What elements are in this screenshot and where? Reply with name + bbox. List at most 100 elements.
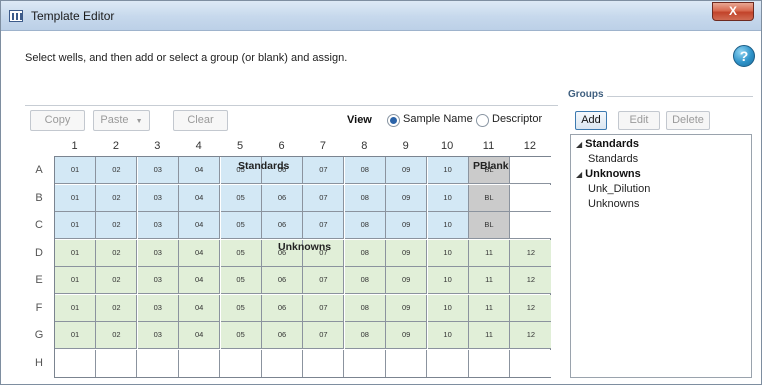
well[interactable]: 03 (137, 184, 179, 212)
groups-tree[interactable]: ◢ Standards Standards ◢ Unknowns Unk_Dilution… (570, 134, 752, 378)
well[interactable]: 01 (55, 294, 96, 322)
well[interactable]: 09 (386, 184, 428, 212)
well[interactable] (469, 349, 510, 377)
well[interactable]: 05 (220, 212, 262, 239)
well[interactable]: 01 (55, 322, 96, 349)
well[interactable]: 05 (220, 184, 262, 212)
well[interactable]: 08 (344, 267, 386, 294)
edit-group-button[interactable]: Edit (618, 111, 660, 130)
well[interactable]: BL (469, 212, 510, 239)
well[interactable]: 08 (344, 239, 386, 267)
well[interactable]: 04 (179, 184, 221, 212)
well[interactable]: 01 (55, 267, 96, 294)
well[interactable]: 07 (303, 212, 345, 239)
well[interactable] (510, 349, 552, 377)
well[interactable] (137, 349, 179, 377)
well[interactable]: 12 (510, 322, 552, 349)
well[interactable]: 04 (179, 322, 221, 349)
well[interactable]: 04 (179, 212, 221, 239)
well[interactable]: 01 (55, 184, 96, 212)
row-header[interactable]: C (32, 219, 46, 231)
tree-child-node[interactable]: Standards (588, 153, 638, 165)
row-header[interactable]: A (32, 164, 46, 176)
well[interactable]: 10 (427, 212, 469, 239)
column-header[interactable]: 7 (302, 140, 343, 152)
row-header[interactable]: H (32, 357, 46, 369)
well[interactable]: 11 (469, 267, 510, 294)
well[interactable]: 07 (303, 322, 345, 349)
well[interactable] (303, 349, 345, 377)
well[interactable]: 11 (469, 322, 510, 349)
well[interactable]: 08 (344, 157, 386, 184)
well[interactable]: 06 (262, 184, 303, 212)
well[interactable]: 10 (427, 267, 469, 294)
well[interactable]: 06 (262, 267, 303, 294)
tree-group-node[interactable]: ◢ Unknowns (576, 168, 641, 180)
clear-button[interactable]: Clear (173, 110, 228, 131)
well[interactable]: 02 (96, 157, 138, 184)
well[interactable]: 12 (510, 239, 552, 267)
well[interactable]: 02 (96, 294, 138, 322)
row-header[interactable]: B (32, 192, 46, 204)
row-header[interactable]: E (32, 274, 46, 286)
well[interactable]: 07 (303, 157, 345, 184)
expand-arrow-icon[interactable]: ◢ (576, 170, 582, 179)
tree-child-node[interactable]: Unk_Dilution (588, 183, 650, 195)
well[interactable] (96, 349, 138, 377)
plate-grid[interactable]: 12 11 10 09 08 07 06 05 04 03 02 01 12 11 10 09 08 07 06 05… (54, 156, 552, 378)
well[interactable]: 11 (469, 294, 510, 322)
well[interactable]: 08 (344, 184, 386, 212)
descriptor-radio[interactable] (476, 114, 489, 127)
well[interactable]: 07 (303, 294, 345, 322)
well[interactable]: 10 (427, 239, 469, 267)
well[interactable] (344, 349, 386, 377)
well[interactable]: 08 (344, 294, 386, 322)
well[interactable]: 04 (179, 239, 221, 267)
column-header[interactable]: 11 (468, 140, 509, 152)
well[interactable]: 03 (137, 157, 179, 184)
well[interactable]: 05 (220, 294, 262, 322)
paste-button[interactable]: Paste ▼ (93, 110, 150, 131)
well[interactable]: BL (469, 184, 510, 212)
well[interactable]: 03 (137, 239, 179, 267)
well[interactable]: 10 (427, 184, 469, 212)
column-header[interactable]: 3 (137, 140, 178, 152)
well[interactable] (220, 349, 262, 377)
well[interactable]: 09 (386, 157, 428, 184)
well[interactable]: 02 (96, 239, 138, 267)
row-header[interactable]: G (32, 329, 46, 341)
well[interactable] (510, 212, 552, 239)
well[interactable] (386, 349, 428, 377)
well[interactable]: 06 (262, 322, 303, 349)
well[interactable]: 02 (96, 212, 138, 239)
well[interactable]: 05 (220, 239, 262, 267)
well[interactable]: 08 (344, 322, 386, 349)
expand-arrow-icon[interactable]: ◢ (576, 140, 582, 149)
well[interactable]: 02 (96, 267, 138, 294)
well[interactable]: 11 (469, 239, 510, 267)
well[interactable]: 02 (96, 322, 138, 349)
well[interactable]: 07 (303, 267, 345, 294)
well[interactable]: 01 (55, 212, 96, 239)
sample-name-radio[interactable] (387, 114, 400, 127)
well[interactable]: 09 (386, 239, 428, 267)
well[interactable]: 04 (179, 157, 221, 184)
column-header[interactable]: 10 (427, 140, 468, 152)
well[interactable]: 04 (179, 267, 221, 294)
well[interactable]: 10 (427, 294, 469, 322)
tree-child-node[interactable]: Unknowns (588, 198, 639, 210)
row-header[interactable]: D (32, 247, 46, 259)
well[interactable] (262, 349, 303, 377)
well[interactable]: 08 (344, 212, 386, 239)
well[interactable]: 06 (262, 294, 303, 322)
well[interactable]: 06 (262, 212, 303, 239)
well[interactable]: 09 (386, 267, 428, 294)
help-icon[interactable]: ? (733, 45, 755, 67)
title-bar[interactable]: Template Editor X (1, 1, 761, 31)
well[interactable]: 05 (220, 322, 262, 349)
row-header[interactable]: F (32, 302, 46, 314)
well[interactable]: 01 (55, 157, 96, 184)
well[interactable] (427, 349, 469, 377)
column-header[interactable]: 12 (509, 140, 550, 152)
copy-button[interactable]: Copy (30, 110, 85, 131)
